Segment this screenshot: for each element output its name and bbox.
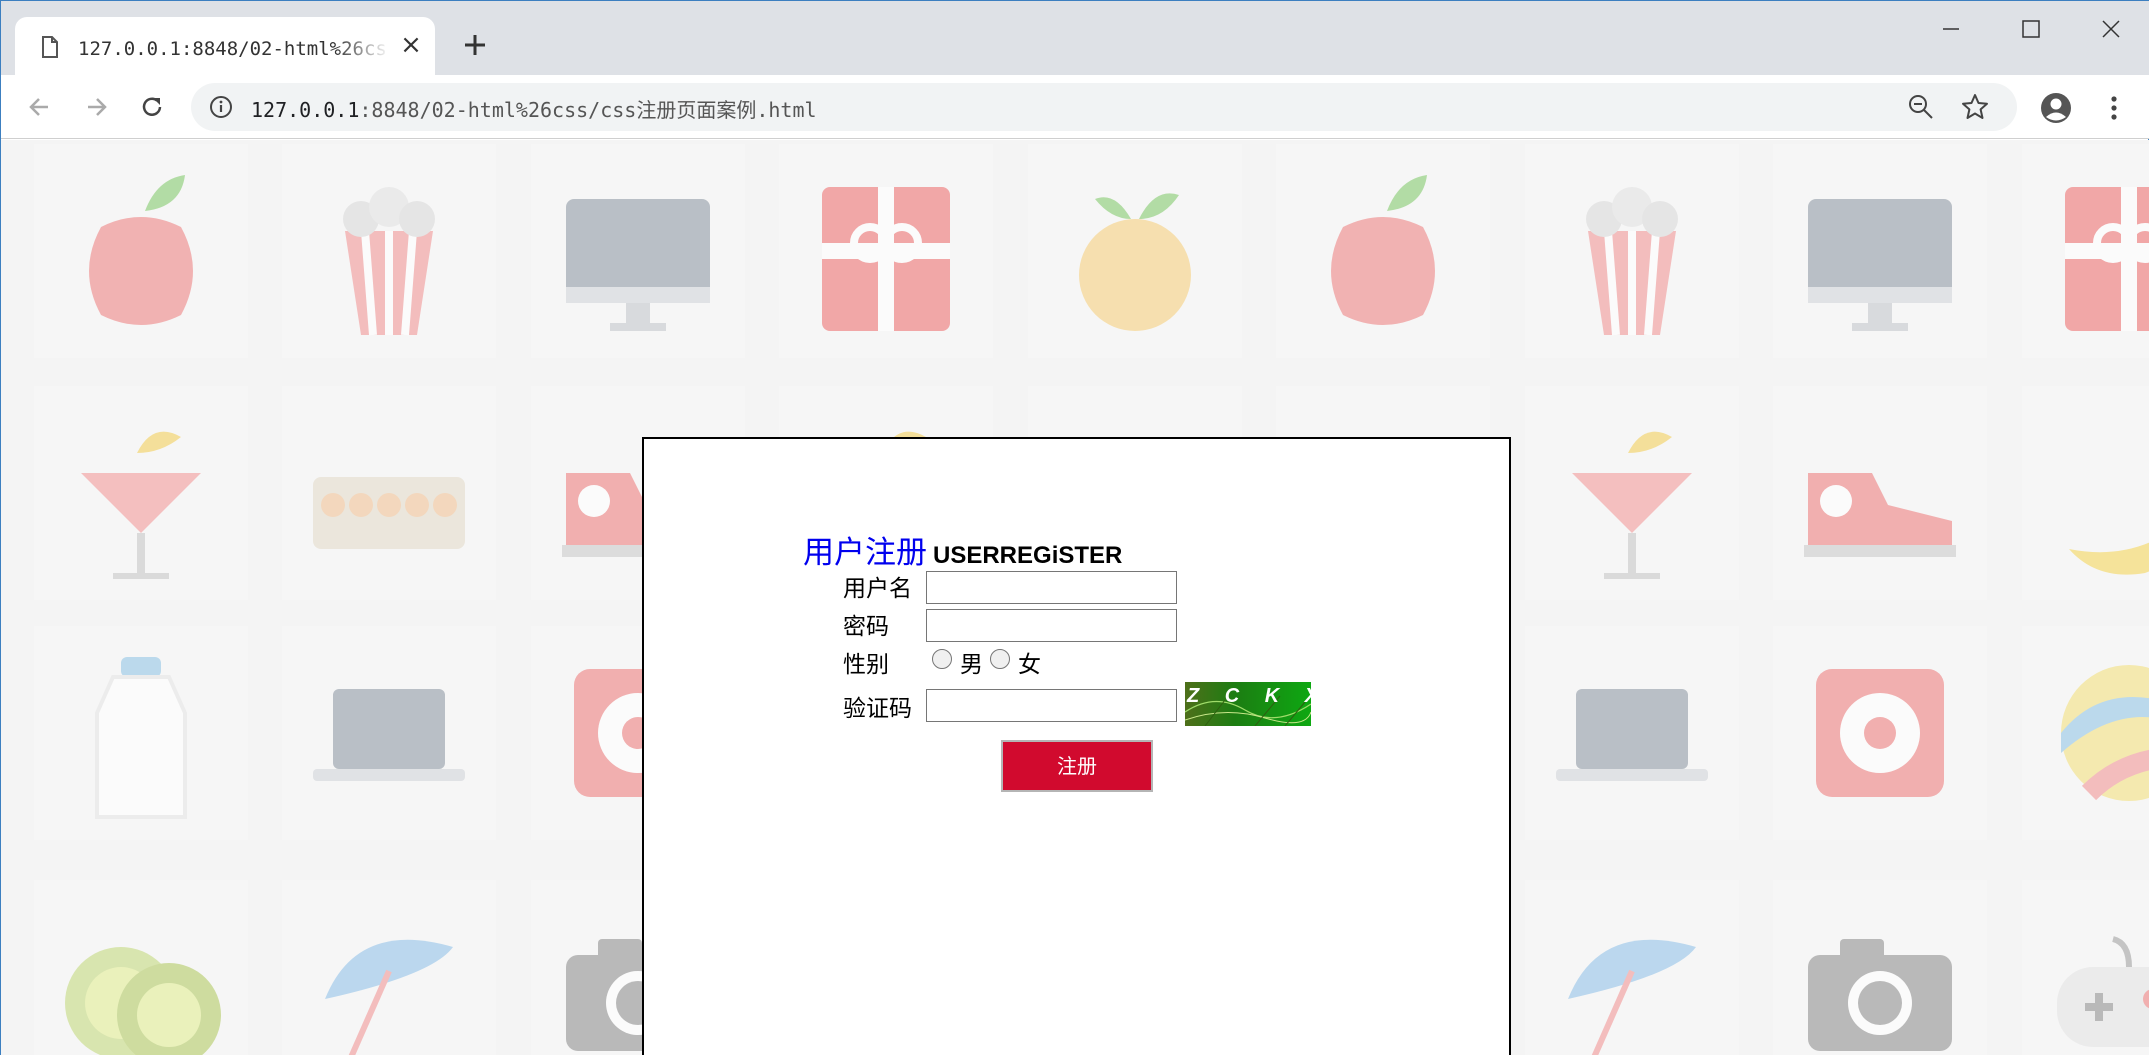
background-tile bbox=[531, 144, 745, 358]
background-tile bbox=[34, 386, 248, 600]
background-tile bbox=[2022, 144, 2149, 358]
star-icon[interactable] bbox=[1961, 93, 1989, 121]
background-tile bbox=[282, 626, 496, 840]
background-tile bbox=[2022, 880, 2149, 1055]
gift-icon bbox=[822, 187, 950, 331]
kiwi-icon bbox=[65, 947, 221, 1055]
banana-icon bbox=[2069, 542, 2149, 575]
cocktail-icon bbox=[1572, 431, 1692, 579]
arrow-right-icon[interactable] bbox=[76, 87, 116, 127]
background-tile bbox=[1773, 144, 1987, 358]
background-tile bbox=[1525, 144, 1739, 358]
background-tile bbox=[779, 144, 993, 358]
background-tile bbox=[1525, 880, 1739, 1055]
umbrella-icon bbox=[325, 939, 453, 1055]
ipod-icon bbox=[1816, 669, 1944, 797]
page-icon bbox=[42, 36, 58, 58]
captcha-input[interactable] bbox=[926, 689, 1177, 722]
page-viewport: 用户注册 USERREGiSTER 用户名 密码 性别 男 女 验证码 Z C … bbox=[1, 140, 2149, 1055]
close-icon[interactable] bbox=[2079, 7, 2143, 51]
gender-radio-male[interactable] bbox=[932, 649, 952, 669]
reload-icon[interactable] bbox=[132, 87, 172, 127]
tab-strip: 127.0.0.1:8848/02-html%26css/css注册页面案例.h… bbox=[1, 1, 2149, 75]
gender-radio-female[interactable] bbox=[990, 649, 1010, 669]
popcorn-icon bbox=[343, 187, 435, 336]
popcorn-icon bbox=[1586, 187, 1678, 336]
background-tile bbox=[1028, 144, 1242, 358]
orange-icon bbox=[1079, 193, 1191, 331]
captcha-image[interactable]: Z C K X bbox=[1185, 682, 1311, 726]
background-tile bbox=[2022, 386, 2149, 600]
browser-tab[interactable]: 127.0.0.1:8848/02-html%26css/css注册页面案例.h… bbox=[15, 17, 435, 75]
background-tile bbox=[1773, 626, 1987, 840]
gift-icon bbox=[2065, 187, 2149, 331]
cocktail-icon bbox=[81, 431, 201, 579]
register-title-en: USERREGiSTER bbox=[933, 542, 1123, 569]
captcha-label: 验证码 bbox=[843, 696, 912, 722]
umbrella-icon bbox=[1568, 939, 1696, 1055]
info-icon[interactable] bbox=[209, 95, 233, 119]
password-label: 密码 bbox=[843, 614, 889, 640]
gender-option-male: 男 bbox=[960, 652, 983, 678]
gender-label: 性别 bbox=[843, 652, 889, 678]
plus-icon[interactable] bbox=[457, 27, 493, 63]
background-tile bbox=[1525, 386, 1739, 600]
milk-bottle-icon bbox=[95, 657, 187, 819]
sneaker-icon bbox=[1804, 473, 1956, 557]
background-tile bbox=[1525, 626, 1739, 840]
background-tile bbox=[1773, 880, 1987, 1055]
zoom-out-icon[interactable] bbox=[1907, 93, 1935, 121]
background-tile bbox=[34, 880, 248, 1055]
register-heading: 用户注册 USERREGiSTER bbox=[803, 527, 1122, 572]
captcha-text: Z C K X bbox=[1187, 685, 1311, 707]
background-tile bbox=[1773, 386, 1987, 600]
monitor-icon bbox=[1808, 199, 1952, 331]
gamepad-icon bbox=[2057, 936, 2149, 1047]
background-tile bbox=[282, 144, 496, 358]
laptop-icon bbox=[1556, 689, 1708, 781]
apple-icon bbox=[1331, 175, 1435, 325]
password-input[interactable] bbox=[926, 609, 1177, 642]
monitor-icon bbox=[566, 199, 710, 331]
background-tile bbox=[1276, 144, 1490, 358]
address-bar[interactable]: 127.0.0.1:8848/02-html%26css/css注册页面案例.h… bbox=[191, 83, 2017, 131]
url-path: :8848/02-html%26css/css注册页面案例.html bbox=[359, 98, 817, 122]
username-label: 用户名 bbox=[843, 576, 912, 602]
account-icon[interactable] bbox=[2039, 91, 2073, 125]
apple-icon bbox=[89, 175, 193, 325]
url-text[interactable]: 127.0.0.1:8848/02-html%26css/css注册页面案例.h… bbox=[251, 94, 817, 123]
camera-icon bbox=[1808, 939, 1952, 1051]
laptop-icon bbox=[313, 689, 465, 781]
background-tile bbox=[282, 386, 496, 600]
username-input[interactable] bbox=[926, 571, 1177, 604]
maximize-icon[interactable] bbox=[1999, 7, 2063, 51]
background-tile bbox=[2022, 626, 2149, 840]
background-tile bbox=[34, 626, 248, 840]
url-host: 127.0.0.1 bbox=[251, 98, 360, 122]
minimize-icon[interactable] bbox=[1919, 7, 1983, 51]
beach-ball-icon bbox=[2061, 665, 2149, 801]
eggs-icon bbox=[313, 477, 465, 549]
browser-toolbar: 127.0.0.1:8848/02-html%26css/css注册页面案例.h… bbox=[1, 75, 2149, 139]
tab-title-fade bbox=[335, 27, 390, 63]
register-title-cn: 用户注册 bbox=[803, 535, 927, 571]
background-tile bbox=[282, 880, 496, 1055]
background-tile bbox=[34, 144, 248, 358]
register-card: 用户注册 USERREGiSTER 用户名 密码 性别 男 女 验证码 Z C … bbox=[642, 437, 1511, 1055]
arrow-left-icon[interactable] bbox=[20, 87, 60, 127]
tab-close-icon[interactable]: × bbox=[397, 31, 425, 59]
kebab-menu-icon[interactable] bbox=[2097, 91, 2131, 125]
register-submit-button[interactable]: 注册 bbox=[1001, 740, 1153, 792]
gender-option-female: 女 bbox=[1018, 652, 1041, 678]
